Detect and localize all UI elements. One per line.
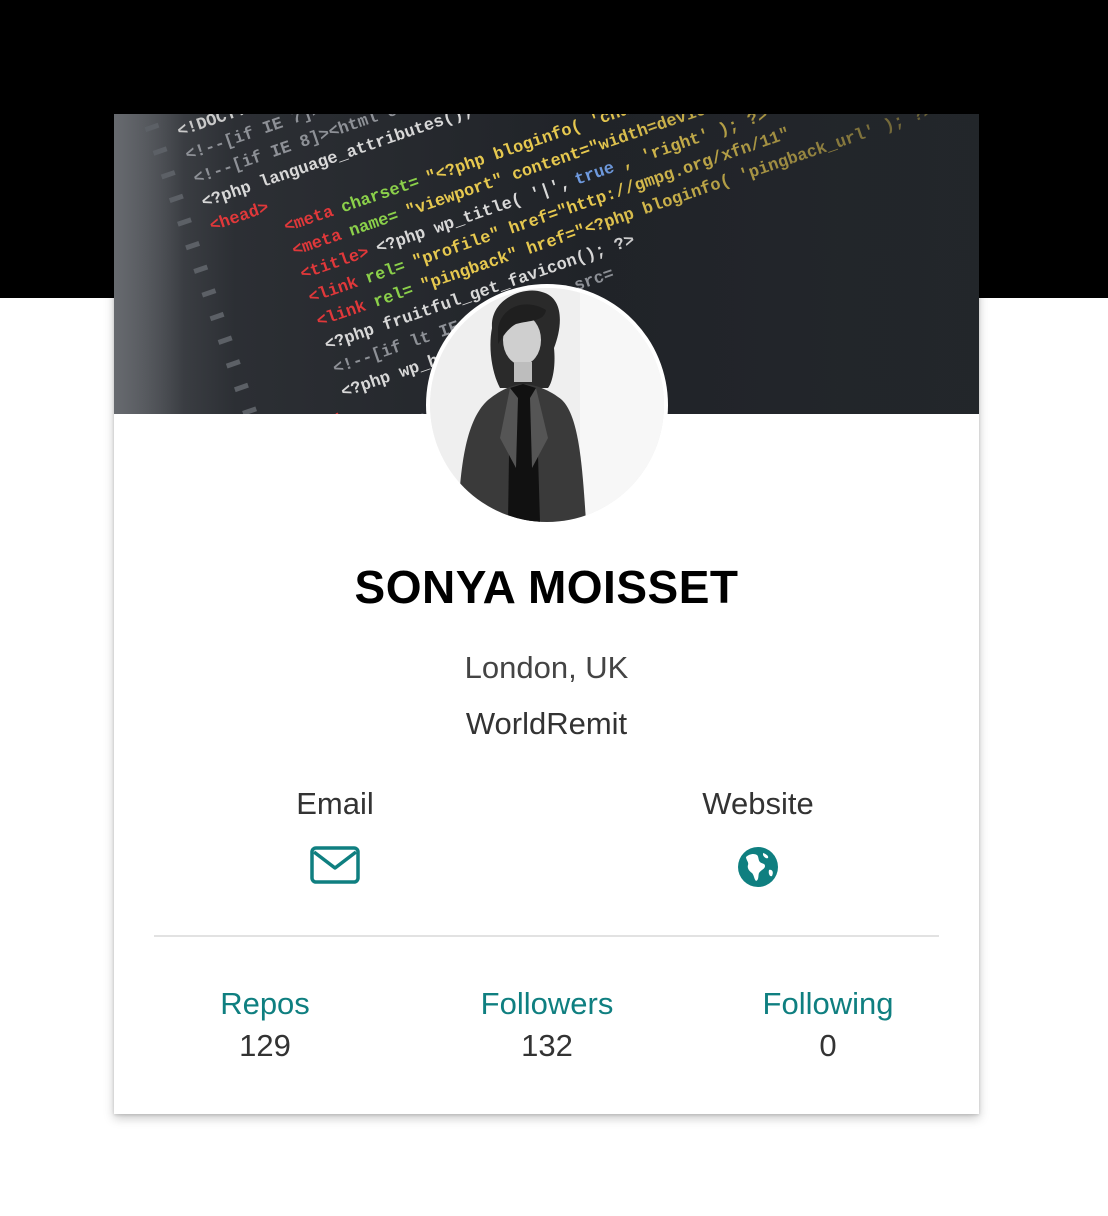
avatar [426, 284, 668, 526]
following-label[interactable]: Following [708, 986, 948, 1022]
email-label: Email [296, 786, 374, 821]
globe-icon[interactable] [737, 846, 779, 888]
followers-label[interactable]: Followers [427, 986, 667, 1022]
following-stat[interactable]: Following 0 [708, 986, 948, 1064]
divider [154, 935, 939, 937]
profile-location: London, UK [464, 650, 629, 685]
followers-count: 132 [521, 1028, 573, 1063]
repos-label[interactable]: Repos [145, 986, 385, 1022]
profile-name: SONYA MOISSET [354, 561, 739, 613]
repos-stat[interactable]: Repos 129 [145, 986, 385, 1064]
following-count: 0 [819, 1028, 837, 1063]
website-contact[interactable]: Website [638, 786, 878, 888]
email-contact[interactable]: Email [215, 786, 455, 884]
profile-company: WorldRemit [465, 706, 628, 741]
followers-stat[interactable]: Followers 132 [427, 986, 667, 1064]
envelope-icon[interactable] [310, 846, 360, 884]
person-silhouette [430, 288, 664, 522]
avatar-photo [430, 288, 664, 522]
website-label: Website [702, 786, 814, 821]
repos-count: 129 [239, 1028, 291, 1063]
profile-card: <!DOCTYPE html> <!--[if IE 7]><html clas… [114, 114, 979, 1114]
